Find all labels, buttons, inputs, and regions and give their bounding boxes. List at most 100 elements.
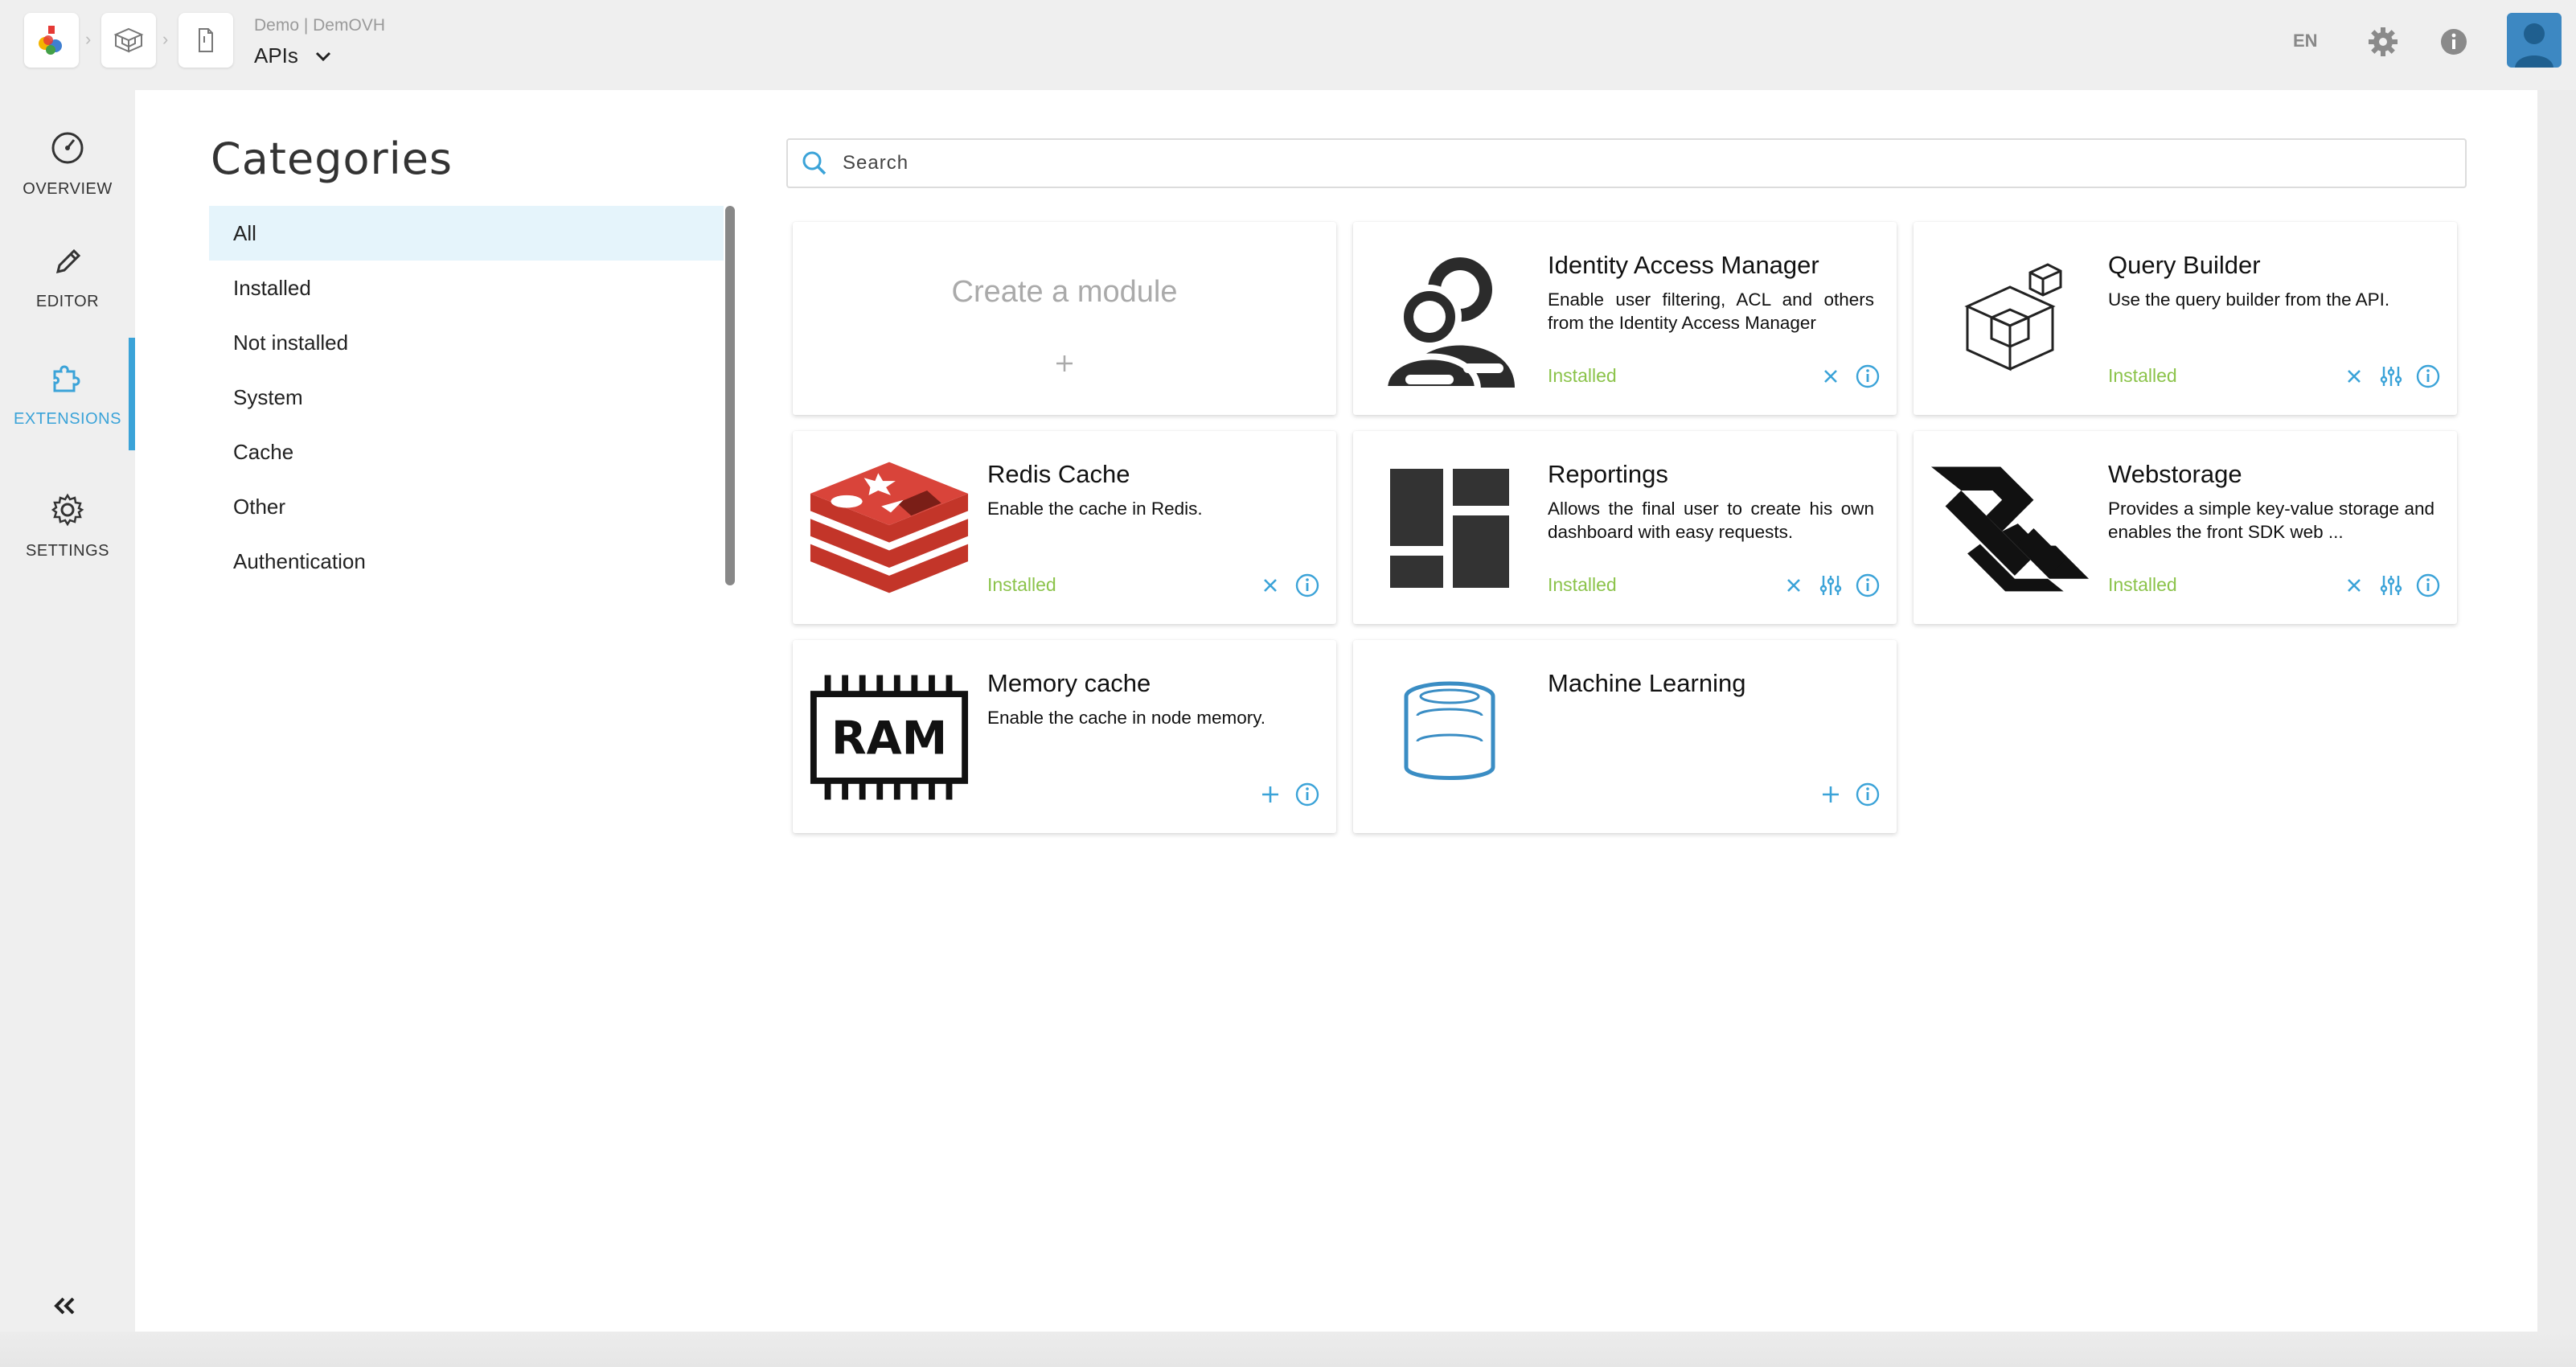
dashboard-blocks-icon <box>1369 452 1530 605</box>
module-info-button[interactable] <box>2415 573 2441 598</box>
info-icon <box>1856 782 1880 807</box>
puzzle-icon <box>53 365 80 392</box>
module-title: Redis Cache <box>987 460 1130 488</box>
module-title: Reportings <box>1548 460 1668 488</box>
settings-button[interactable] <box>2365 24 2401 60</box>
plus-icon[interactable] <box>1052 351 1077 376</box>
redis-logo-icon <box>809 452 970 605</box>
sliders-icon <box>2380 367 2402 386</box>
module-card-webstorage: Webstorage Provides a simple key-value s… <box>1914 431 2457 624</box>
module-info-button[interactable] <box>1855 782 1881 807</box>
nav-extensions[interactable]: EXTENSIONS <box>0 338 135 450</box>
create-module-card[interactable]: Create a module <box>793 222 1336 415</box>
nav-settings[interactable]: SETTINGS <box>0 470 135 582</box>
install-module-button[interactable] <box>1818 782 1844 807</box>
info-icon <box>1856 364 1880 388</box>
module-description: Allows the final user to create his own … <box>1548 499 1874 542</box>
module-card-memory-cache: RAM Memory cache Enable the cache in nod… <box>793 640 1336 833</box>
gauge-icon <box>51 132 84 163</box>
search-icon <box>802 151 827 175</box>
create-module-title: Create a module <box>951 275 1178 309</box>
search-input[interactable] <box>843 152 2370 174</box>
user-icon <box>2515 23 2553 68</box>
module-description: Enable user filtering, ACL and others fr… <box>1548 289 1874 333</box>
remove-module-button[interactable] <box>1818 363 1844 389</box>
gear-icon <box>2369 27 2398 56</box>
module-description: Enable the cache in node memory. <box>987 708 1266 728</box>
main-panel: Categories All Installed Not installed S… <box>135 90 2537 1332</box>
close-icon <box>1264 579 1277 592</box>
plus-icon <box>1823 786 1839 803</box>
close-icon <box>2348 579 2361 592</box>
user-avatar[interactable] <box>2507 13 2562 68</box>
module-card-query-builder: Query Builder Use the query builder from… <box>1914 222 2457 415</box>
module-info-button[interactable] <box>1294 573 1320 598</box>
sliders-icon <box>1819 576 1842 595</box>
webstorage-logo-icon <box>1930 452 2090 605</box>
category-system[interactable]: System <box>209 370 724 425</box>
module-info-button[interactable] <box>2415 363 2441 389</box>
module-info-button[interactable] <box>1855 363 1881 389</box>
category-cache[interactable]: Cache <box>209 425 724 479</box>
double-chevron-left-icon <box>54 1297 75 1315</box>
sliders-icon <box>2380 576 2402 595</box>
database-icon <box>1369 661 1530 814</box>
breadcrumb-api[interactable] <box>178 13 233 68</box>
module-card-reportings: Reportings Allows the final user to crea… <box>1353 431 1897 624</box>
module-card-machine-learning: Machine Learning <box>1353 640 1897 833</box>
category-all[interactable]: All <box>209 206 724 261</box>
close-icon <box>1824 370 1837 383</box>
info-icon <box>2441 29 2467 55</box>
remove-module-button[interactable] <box>2341 573 2367 598</box>
module-info-button[interactable] <box>1855 573 1881 598</box>
info-icon <box>2416 573 2440 597</box>
nav-settings-label: SETTINGS <box>25 541 109 560</box>
left-navigation: OVERVIEW EDITOR EXTENSIONS SETTINGS <box>0 90 135 1367</box>
install-module-button[interactable] <box>1257 782 1283 807</box>
app-logo[interactable] <box>24 13 79 68</box>
close-icon <box>1787 579 1800 592</box>
category-installed[interactable]: Installed <box>209 261 724 315</box>
info-icon <box>2416 364 2440 388</box>
remove-module-button[interactable] <box>1257 573 1283 598</box>
cubes-icon <box>113 27 144 53</box>
remove-module-button[interactable] <box>1781 573 1807 598</box>
module-status: Installed <box>987 574 1056 595</box>
module-card-identity-access-manager: Identity Access Manager Enable user filt… <box>1353 222 1897 415</box>
remove-module-button[interactable] <box>2341 363 2367 389</box>
module-status: Installed <box>2108 365 2177 386</box>
nav-overview-label: OVERVIEW <box>23 179 113 198</box>
module-title: Memory cache <box>987 669 1151 697</box>
module-description: Provides a simple key-value storage and … <box>2108 499 2434 542</box>
collapse-sidebar-button[interactable] <box>47 1288 82 1324</box>
categories-title: Categories <box>211 133 453 184</box>
module-info-button[interactable] <box>1294 782 1320 807</box>
category-other[interactable]: Other <box>209 479 724 534</box>
module-title: Webstorage <box>2108 460 2242 488</box>
info-icon <box>1295 573 1319 597</box>
category-authentication[interactable]: Authentication <box>209 534 724 589</box>
gear-icon <box>51 493 84 526</box>
category-scrollbar[interactable] <box>725 206 735 585</box>
breadcrumb-workspace[interactable] <box>101 13 156 68</box>
nav-editor[interactable]: EDITOR <box>0 222 135 335</box>
bottom-strip <box>0 1332 2576 1367</box>
project-title: APIs <box>254 43 298 68</box>
category-not-installed[interactable]: Not installed <box>209 315 724 370</box>
module-title: Identity Access Manager <box>1548 251 1819 279</box>
module-description: Use the query builder from the API. <box>2108 289 2390 310</box>
info-button[interactable] <box>2436 24 2471 60</box>
module-description: Enable the cache in Redis. <box>987 499 1203 519</box>
module-settings-button[interactable] <box>1818 573 1844 598</box>
module-settings-button[interactable] <box>2378 363 2404 389</box>
project-selector[interactable]: APIs <box>254 43 332 68</box>
nav-overview[interactable]: OVERVIEW <box>0 108 135 220</box>
pencil-icon <box>55 248 81 273</box>
info-icon <box>1295 782 1319 807</box>
plus-icon <box>1262 786 1278 803</box>
nav-editor-label: EDITOR <box>35 292 100 310</box>
module-status: Installed <box>1548 574 1617 595</box>
language-selector[interactable]: EN <box>2293 31 2318 51</box>
module-card-redis-cache: Redis Cache Enable the cache in Redis. I… <box>793 431 1336 624</box>
module-settings-button[interactable] <box>2378 573 2404 598</box>
